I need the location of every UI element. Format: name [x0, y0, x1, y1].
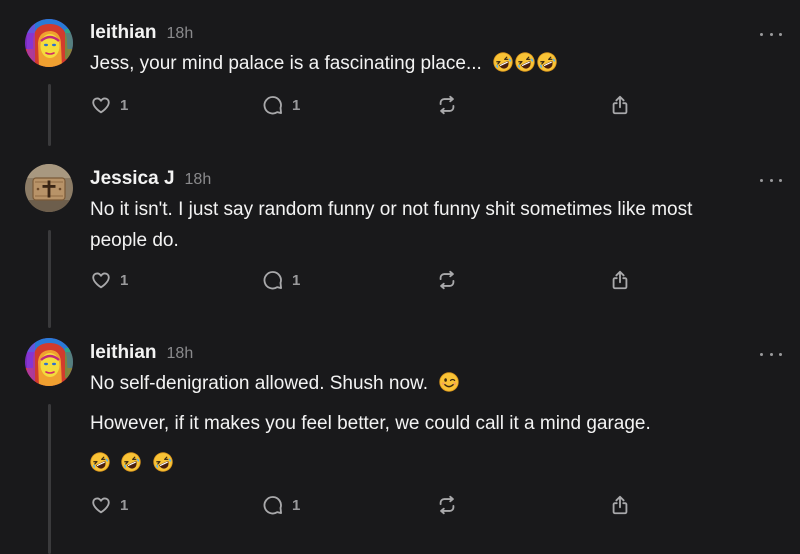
post-actions: 1 1 — [90, 494, 650, 518]
winking-face-emoji — [439, 372, 459, 392]
reply-button[interactable]: 1 — [262, 94, 300, 116]
share-icon — [609, 269, 631, 291]
post-item: leithian 18h No self-denigration allowed… — [0, 320, 800, 554]
username[interactable]: Jessica J — [90, 168, 175, 190]
like-count: 1 — [120, 271, 129, 289]
like-button[interactable]: 1 — [90, 269, 128, 291]
avatar[interactable] — [25, 19, 73, 67]
reply-count: 1 — [292, 96, 301, 114]
post-paragraph: No it isn't. I just say random funny or … — [90, 199, 693, 220]
share-button[interactable] — [609, 94, 631, 116]
post-text: No self-denigration allowed. Shush now. … — [90, 368, 760, 479]
like-button[interactable]: 1 — [90, 94, 128, 116]
share-icon — [609, 94, 631, 116]
post-paragraph: However, if it makes you feel better, we… — [90, 413, 651, 434]
post-timestamp[interactable]: 18h — [167, 25, 194, 43]
like-count: 1 — [120, 496, 129, 514]
reply-count: 1 — [292, 271, 301, 289]
rolling-on-floor-laughing-emoji — [515, 52, 535, 72]
post-timestamp[interactable]: 18h — [185, 171, 212, 189]
repost-icon — [436, 94, 458, 116]
post-actions: 1 1 — [90, 269, 650, 293]
heart-icon — [90, 269, 112, 291]
more-options-button[interactable] — [760, 29, 782, 39]
share-button[interactable] — [609, 494, 631, 516]
post-item: leithian 18h Jess, your mind palace is a… — [0, 0, 800, 140]
comment-icon — [262, 269, 284, 291]
rolling-on-floor-laughing-emoji — [153, 452, 173, 472]
more-dots-icon — [760, 32, 763, 36]
post-text: Jess, your mind palace is a fascinating … — [90, 48, 760, 79]
repost-button[interactable] — [436, 494, 458, 516]
username[interactable]: leithian — [90, 22, 157, 44]
comment-icon — [262, 94, 284, 116]
reply-button[interactable]: 1 — [262, 494, 300, 516]
reply-button[interactable]: 1 — [262, 269, 300, 291]
reply-count: 1 — [292, 496, 301, 514]
avatar[interactable] — [25, 164, 73, 212]
post-item: Jessica J 18h No it isn't. I just say ra… — [0, 146, 800, 326]
more-options-button[interactable] — [760, 175, 782, 185]
rolling-on-floor-laughing-emoji — [90, 452, 110, 472]
like-button[interactable]: 1 — [90, 494, 128, 516]
more-options-button[interactable] — [760, 349, 782, 359]
rolling-on-floor-laughing-emoji — [121, 452, 141, 472]
repost-button[interactable] — [436, 269, 458, 291]
post-timestamp[interactable]: 18h — [167, 345, 194, 363]
heart-icon — [90, 94, 112, 116]
share-icon — [609, 494, 631, 516]
username[interactable]: leithian — [90, 342, 157, 364]
rolling-on-floor-laughing-emoji — [537, 52, 557, 72]
heart-icon — [90, 494, 112, 516]
post-actions: 1 1 — [90, 94, 650, 118]
post-paragraph: people do. — [90, 230, 179, 251]
emoji-line — [90, 448, 760, 479]
post-paragraph: Jess, your mind palace is a fascinating … — [90, 53, 482, 74]
rolling-on-floor-laughing-emoji — [493, 52, 513, 72]
post-text: No it isn't. I just say random funny or … — [90, 194, 760, 256]
post-paragraph: No self-denigration allowed. Shush now. — [90, 373, 428, 394]
reply-thread: leithian 18h Jess, your mind palace is a… — [0, 0, 800, 554]
avatar[interactable] — [25, 338, 73, 386]
more-dots-icon — [760, 352, 763, 356]
repost-icon — [436, 269, 458, 291]
repost-icon — [436, 494, 458, 516]
share-button[interactable] — [609, 269, 631, 291]
comment-icon — [262, 494, 284, 516]
more-dots-icon — [760, 178, 763, 182]
repost-button[interactable] — [436, 94, 458, 116]
like-count: 1 — [120, 96, 129, 114]
